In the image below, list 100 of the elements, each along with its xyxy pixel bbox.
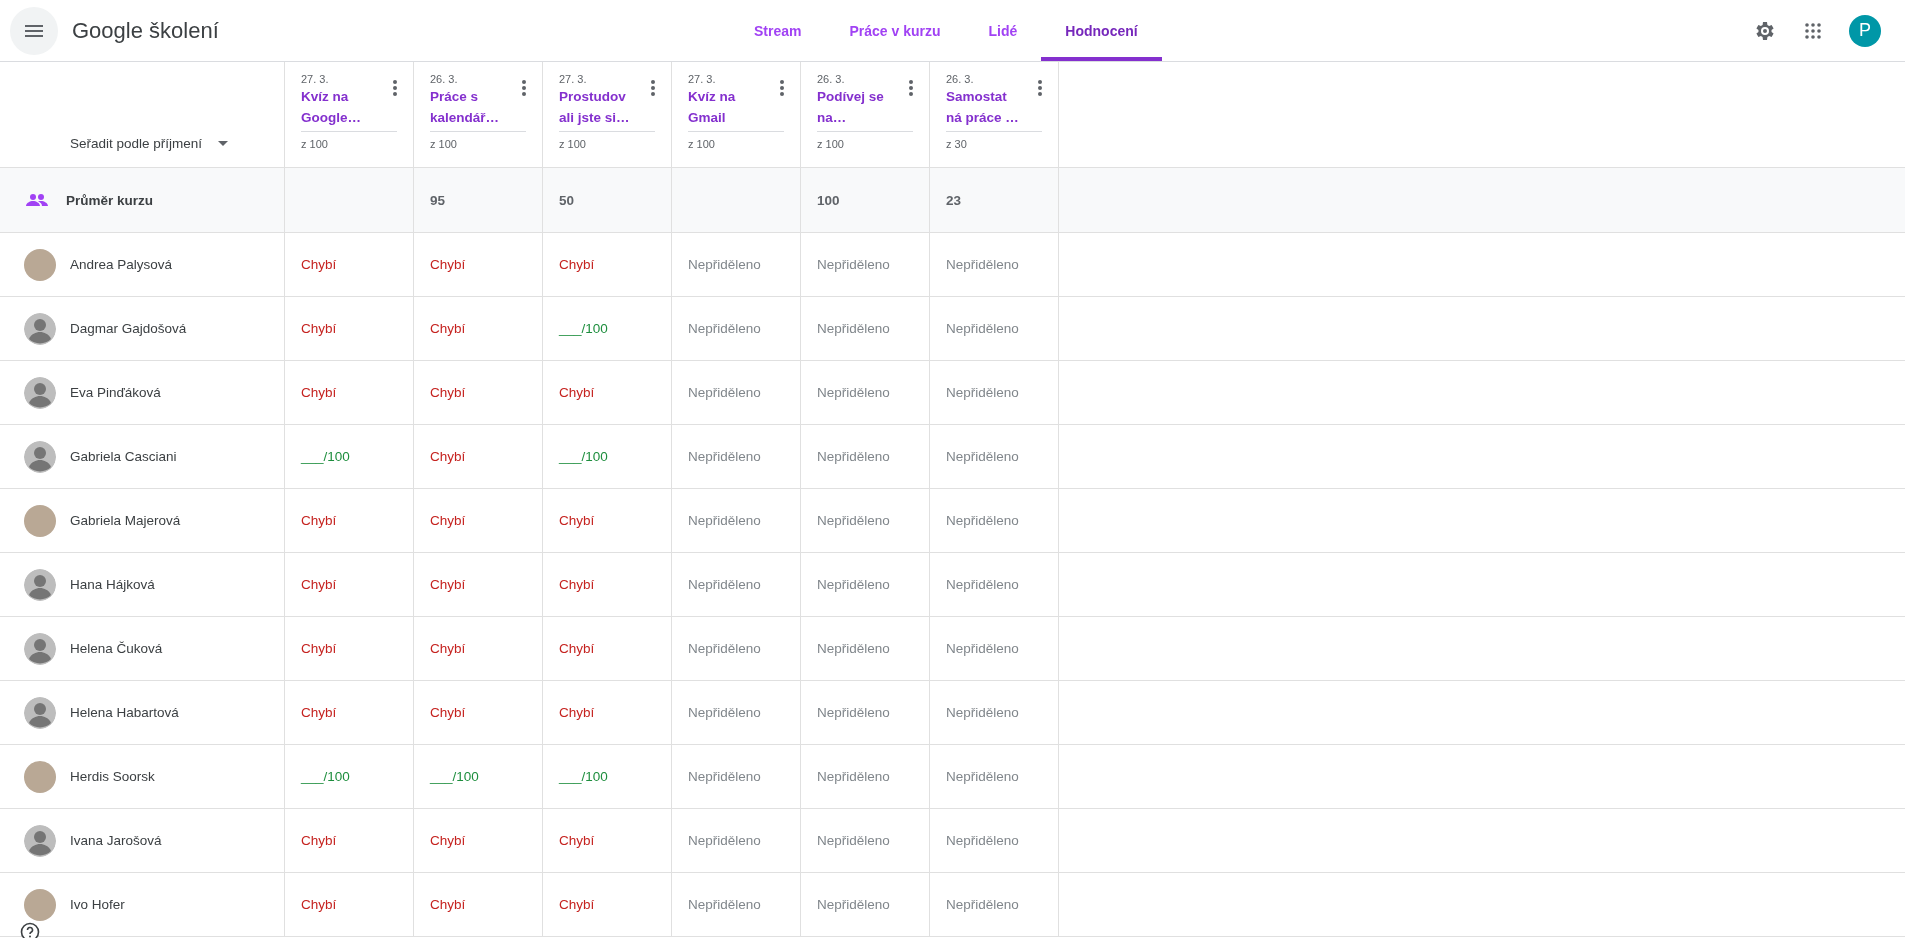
student-name[interactable]: Helena Čuková	[70, 641, 163, 656]
student-name[interactable]: Herdis Soorsk	[70, 769, 155, 784]
apps-grid-icon[interactable]	[1805, 22, 1821, 39]
student-name[interactable]: Eva Pinďáková	[70, 385, 161, 400]
grade-value[interactable]: Chybí	[430, 897, 466, 912]
grade-value[interactable]: Chybí	[301, 833, 337, 848]
grade-value[interactable]: Nepřiděleno	[688, 449, 761, 464]
grade-value[interactable]: Nepřiděleno	[688, 513, 761, 528]
grade-value[interactable]: ___/100	[559, 449, 608, 464]
nav-tab[interactable]: Lidé	[964, 0, 1042, 61]
account-avatar[interactable]: P	[1849, 14, 1881, 47]
grade-value[interactable]: Chybí	[430, 833, 466, 848]
grade-value[interactable]: Chybí	[559, 257, 595, 272]
grade-value[interactable]: Chybí	[559, 833, 595, 848]
grade-value[interactable]: Nepřiděleno	[817, 897, 890, 912]
grade-value[interactable]: ___/100	[301, 769, 350, 784]
grade-value[interactable]: Nepřiděleno	[688, 321, 761, 336]
student-name[interactable]: Dagmar Gajdošová	[70, 321, 187, 336]
grade-value[interactable]: Chybí	[301, 577, 337, 592]
more-options-icon[interactable]	[522, 80, 526, 96]
student-name[interactable]: Helena Habartová	[70, 705, 179, 720]
student-name[interactable]: Hana Hájková	[70, 577, 155, 592]
grade-value[interactable]: Nepřiděleno	[817, 513, 890, 528]
grade-value[interactable]: Nepřiděleno	[817, 449, 890, 464]
grade-value[interactable]: ___/100	[559, 769, 608, 784]
grade-value[interactable]: Chybí	[430, 321, 466, 336]
assignment-title[interactable]: Kvíz na Google…	[301, 86, 361, 128]
grade-value[interactable]: Nepřiděleno	[946, 257, 1019, 272]
student-name[interactable]: Ivo Hofer	[70, 897, 125, 912]
grade-value[interactable]: Chybí	[301, 897, 337, 912]
grade-value[interactable]: Nepřiděleno	[817, 705, 890, 720]
grade-value[interactable]: Chybí	[301, 641, 337, 656]
grade-value[interactable]: Chybí	[430, 449, 466, 464]
assignment-title[interactable]: Prostudov ali jste si…	[559, 86, 630, 128]
grade-value[interactable]: Nepřiděleno	[688, 833, 761, 848]
grade-value[interactable]: Chybí	[430, 577, 466, 592]
grade-value[interactable]: Chybí	[430, 705, 466, 720]
grade-value[interactable]: Nepřiděleno	[688, 257, 761, 272]
more-options-icon[interactable]	[393, 80, 397, 96]
grade-value[interactable]: Nepřiděleno	[946, 897, 1019, 912]
avatar-silhouette-icon	[24, 696, 56, 729]
grade-value[interactable]: Chybí	[301, 385, 337, 400]
grade-value[interactable]: Nepřiděleno	[946, 769, 1019, 784]
grade-value[interactable]: Nepřiděleno	[688, 897, 761, 912]
grade-value[interactable]: Chybí	[559, 513, 595, 528]
student-name[interactable]: Gabriela Majerová	[70, 513, 181, 528]
grade-value[interactable]: Nepřiděleno	[688, 641, 761, 656]
grade-value[interactable]: Chybí	[430, 257, 466, 272]
menu-button[interactable]	[10, 6, 58, 55]
student-name[interactable]: Andrea Palysová	[70, 257, 173, 272]
grade-value[interactable]: Nepřiděleno	[688, 385, 761, 400]
grade-value[interactable]: Chybí	[559, 897, 595, 912]
grade-value[interactable]: Nepřiděleno	[688, 769, 761, 784]
grade-value[interactable]: Chybí	[301, 705, 337, 720]
more-options-icon[interactable]	[651, 80, 655, 96]
grade-value[interactable]: Nepřiděleno	[817, 769, 890, 784]
grade-value[interactable]: Nepřiděleno	[946, 513, 1019, 528]
grade-value[interactable]: Nepřiděleno	[817, 833, 890, 848]
grade-value[interactable]: Chybí	[430, 513, 466, 528]
grade-value[interactable]: Chybí	[430, 641, 466, 656]
more-options-icon[interactable]	[780, 80, 784, 96]
grade-value[interactable]: Chybí	[559, 577, 595, 592]
grade-value[interactable]: Chybí	[559, 385, 595, 400]
assignment-title[interactable]: Práce s kalendář…	[430, 86, 500, 128]
student-name[interactable]: Ivana Jarošová	[70, 833, 162, 848]
nav-tab[interactable]: Práce v kurzu	[825, 0, 965, 61]
grade-value[interactable]: Nepřiděleno	[688, 577, 761, 592]
grade-value[interactable]: Nepřiděleno	[946, 577, 1019, 592]
max-points: z 100	[817, 138, 845, 150]
grade-value[interactable]: Chybí	[430, 385, 466, 400]
grade-value[interactable]: ___/100	[430, 769, 479, 784]
grade-value[interactable]: Chybí	[301, 257, 337, 272]
grade-value[interactable]: Nepřiděleno	[946, 385, 1019, 400]
assignment-title[interactable]: Samostat ná práce …	[946, 86, 1019, 128]
grade-value[interactable]: Nepřiděleno	[817, 257, 890, 272]
grade-value[interactable]: Nepřiděleno	[946, 321, 1019, 336]
grade-value[interactable]: Nepřiděleno	[946, 705, 1019, 720]
nav-tab[interactable]: Hodnocení	[1041, 0, 1162, 61]
assignment-title[interactable]: Kvíz na Gmail	[688, 86, 736, 128]
grade-value[interactable]: Nepřiděleno	[817, 385, 890, 400]
grade-value[interactable]: Nepřiděleno	[817, 577, 890, 592]
nav-tab[interactable]: Stream	[730, 0, 826, 61]
sort-dropdown[interactable]: Seřadit podle příjmení	[70, 132, 229, 155]
student-name[interactable]: Gabriela Casciani	[70, 449, 177, 464]
grade-value[interactable]: Nepřiděleno	[817, 321, 890, 336]
more-options-icon[interactable]	[909, 80, 913, 96]
grade-value[interactable]: Chybí	[301, 513, 337, 528]
grade-value[interactable]: Nepřiděleno	[946, 833, 1019, 848]
grade-value[interactable]: Chybí	[559, 705, 595, 720]
help-icon[interactable]	[20, 922, 40, 938]
more-options-icon[interactable]	[1038, 80, 1042, 96]
grade-value[interactable]: Nepřiděleno	[946, 449, 1019, 464]
grade-value[interactable]: ___/100	[301, 449, 350, 464]
grade-value[interactable]: Nepřiděleno	[688, 705, 761, 720]
grade-value[interactable]: Chybí	[559, 641, 595, 656]
assignment-title[interactable]: Podívej se na…	[817, 86, 884, 128]
grade-value[interactable]: Nepřiděleno	[946, 641, 1019, 656]
grade-value[interactable]: Nepřiděleno	[817, 641, 890, 656]
grade-value[interactable]: ___/100	[559, 321, 608, 336]
grade-value[interactable]: Chybí	[301, 321, 337, 336]
